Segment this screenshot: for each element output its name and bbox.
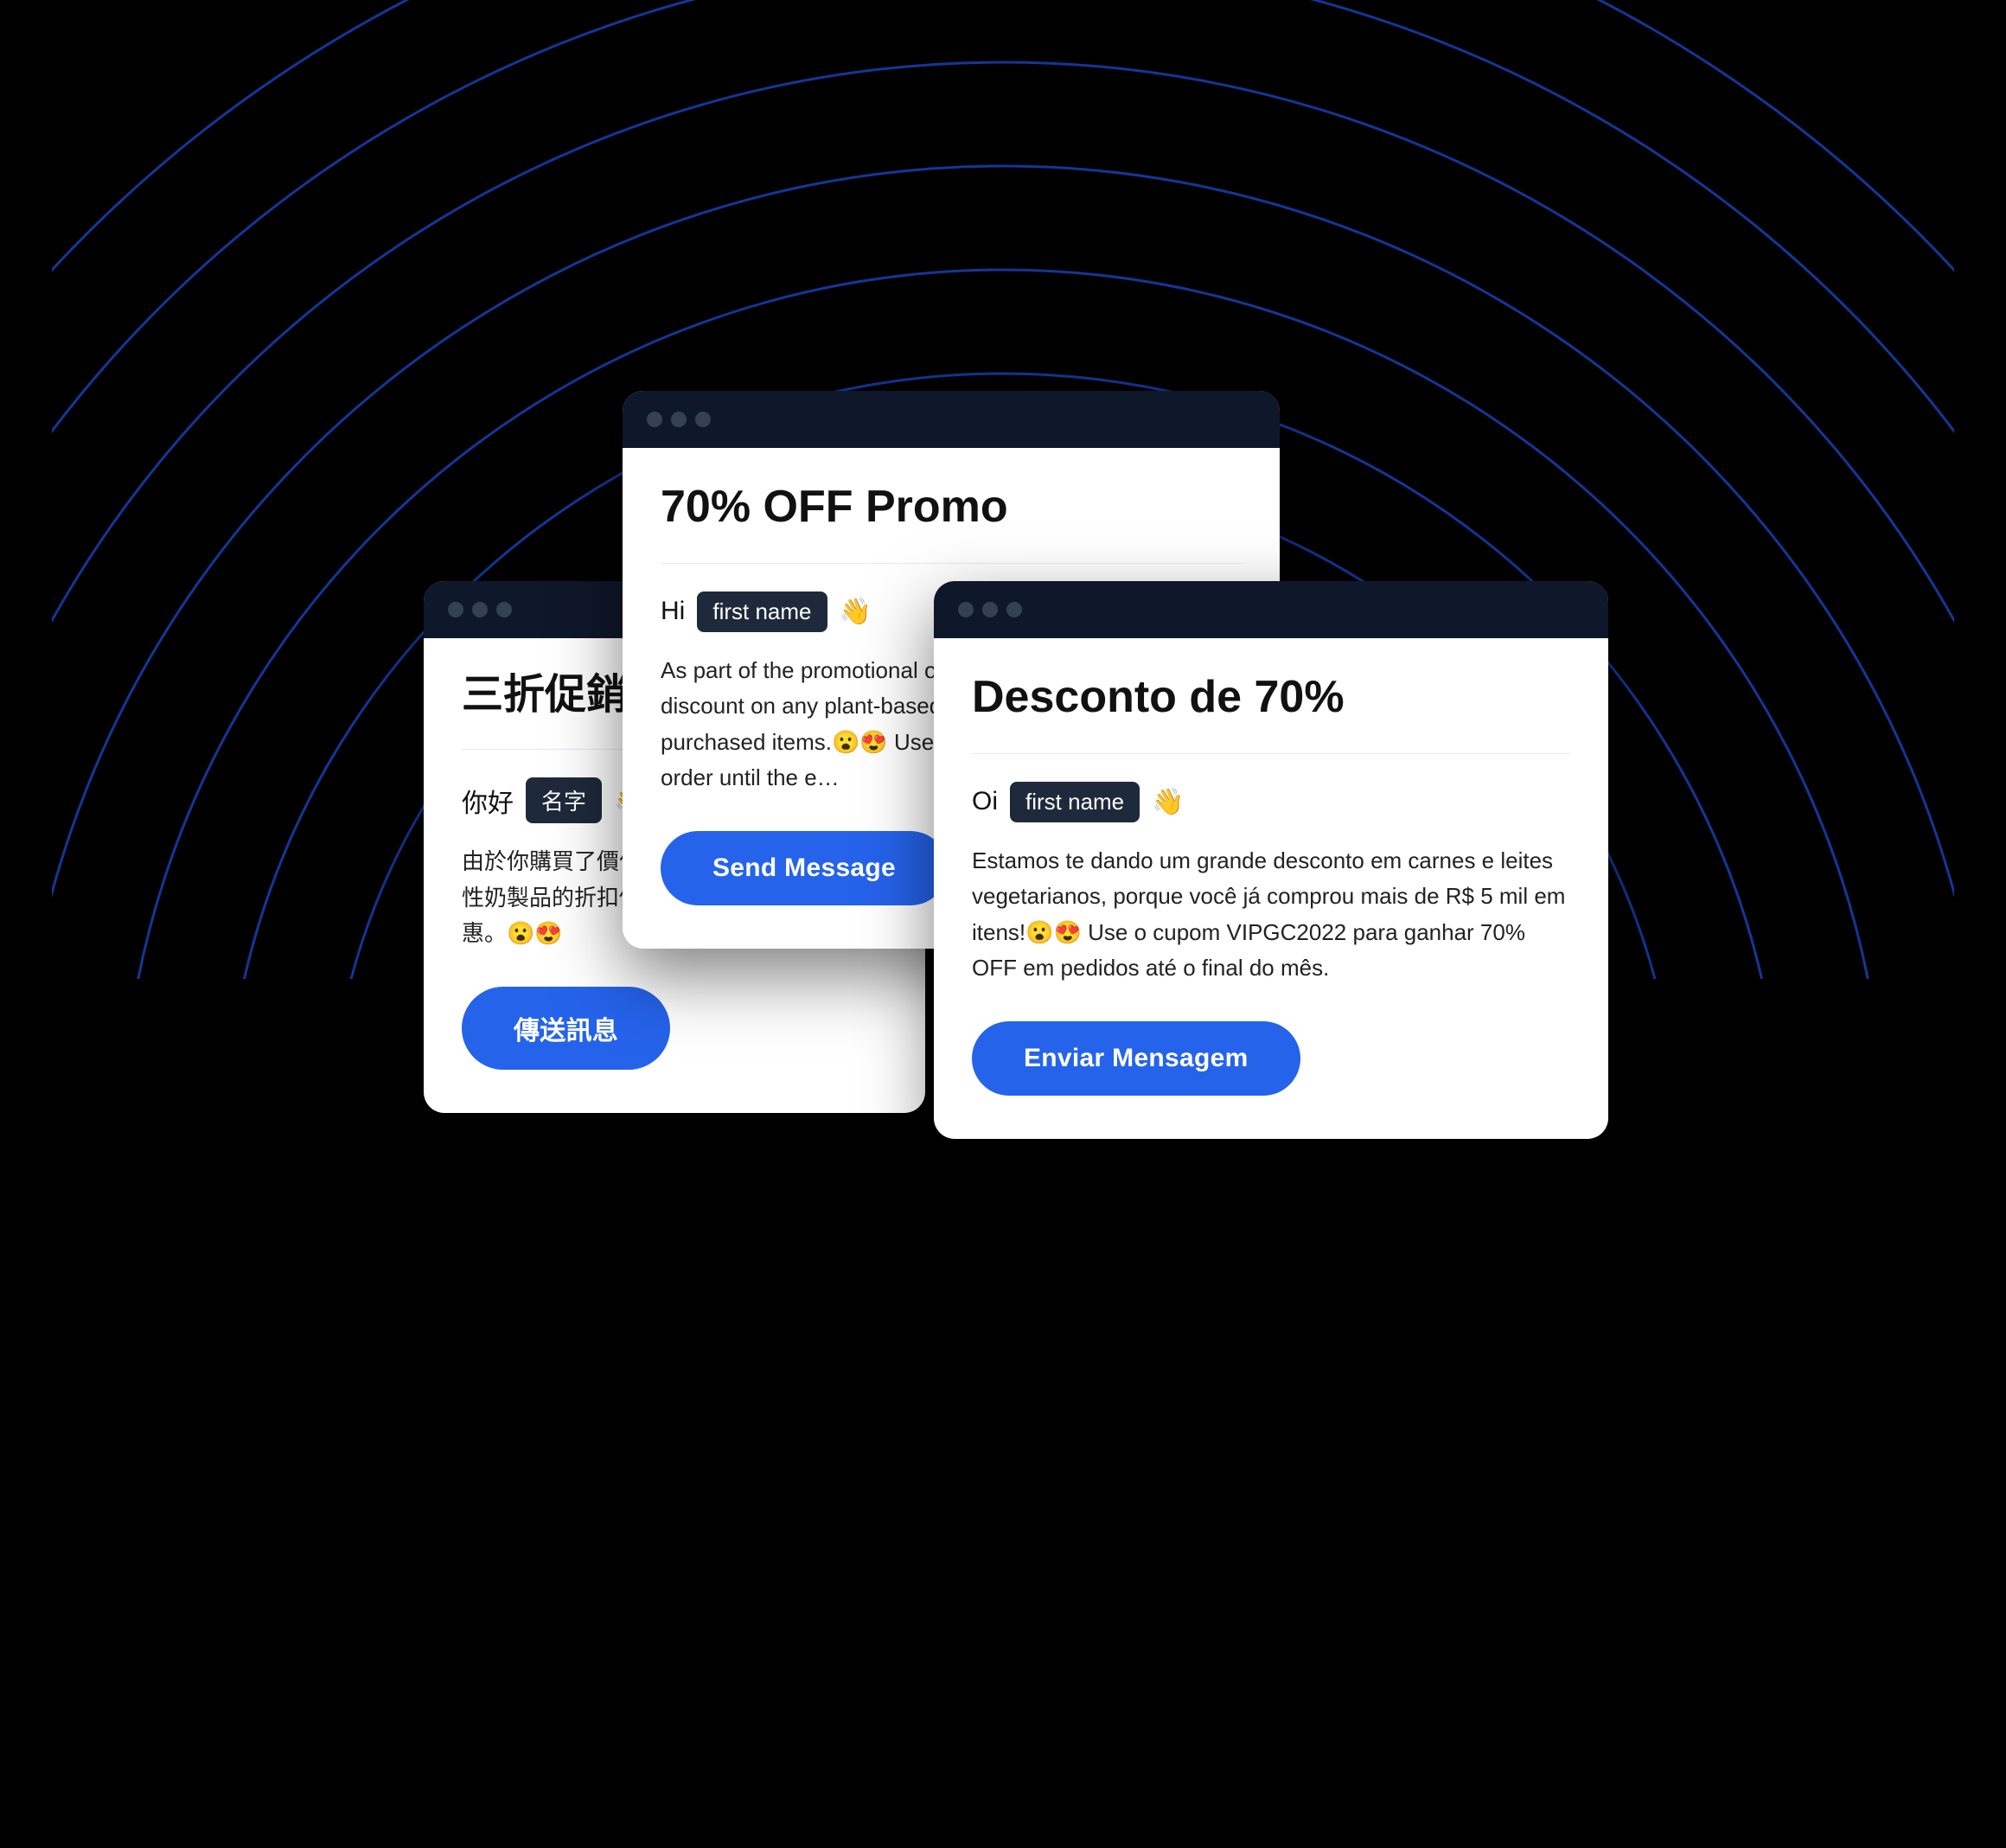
dot-7 <box>958 602 974 617</box>
card-english-header <box>623 391 1280 448</box>
card-portuguese-title: Desconto de 70% <box>972 673 1570 722</box>
card-english-title: 70% OFF Promo <box>661 483 1242 532</box>
name-badge-chinese: 名字 <box>526 777 602 823</box>
dot-9 <box>1006 602 1022 617</box>
dot-8 <box>982 602 998 617</box>
dot-5 <box>671 412 687 427</box>
dot-4 <box>647 412 662 427</box>
card-portuguese-header <box>934 581 1608 638</box>
cards-container: 三折促銷 你好 名字 👋 由於你購買了價值超過 $5,000 肉類和植物性奶製品… <box>398 287 1608 1498</box>
send-button-chinese[interactable]: 傳送訊息 <box>462 987 670 1070</box>
wave-portuguese: 👋 <box>1152 787 1184 817</box>
greeting-prefix-chinese: 你好 <box>462 782 514 820</box>
name-badge-portuguese: first name <box>1010 782 1140 822</box>
divider-2 <box>661 563 1242 564</box>
wave-english: 👋 <box>840 597 872 627</box>
name-badge-english: first name <box>697 591 827 632</box>
card-portuguese-description: Estamos te dando um grande desconto em c… <box>972 843 1570 987</box>
greeting-prefix-english: Hi <box>661 597 685 626</box>
dot-1 <box>448 602 463 617</box>
card-portuguese: Desconto de 70% Oi first name 👋 Estamos … <box>934 581 1608 1140</box>
send-button-english[interactable]: Send Message <box>661 831 948 905</box>
greeting-row-portuguese: Oi first name 👋 <box>972 782 1570 822</box>
dot-2 <box>472 602 488 617</box>
dot-3 <box>496 602 512 617</box>
send-button-portuguese[interactable]: Enviar Mensagem <box>972 1021 1300 1096</box>
card-portuguese-body: Desconto de 70% Oi first name 👋 Estamos … <box>934 638 1608 1140</box>
dot-6 <box>695 412 711 427</box>
divider-3 <box>972 753 1570 754</box>
greeting-prefix-portuguese: Oi <box>972 787 998 816</box>
